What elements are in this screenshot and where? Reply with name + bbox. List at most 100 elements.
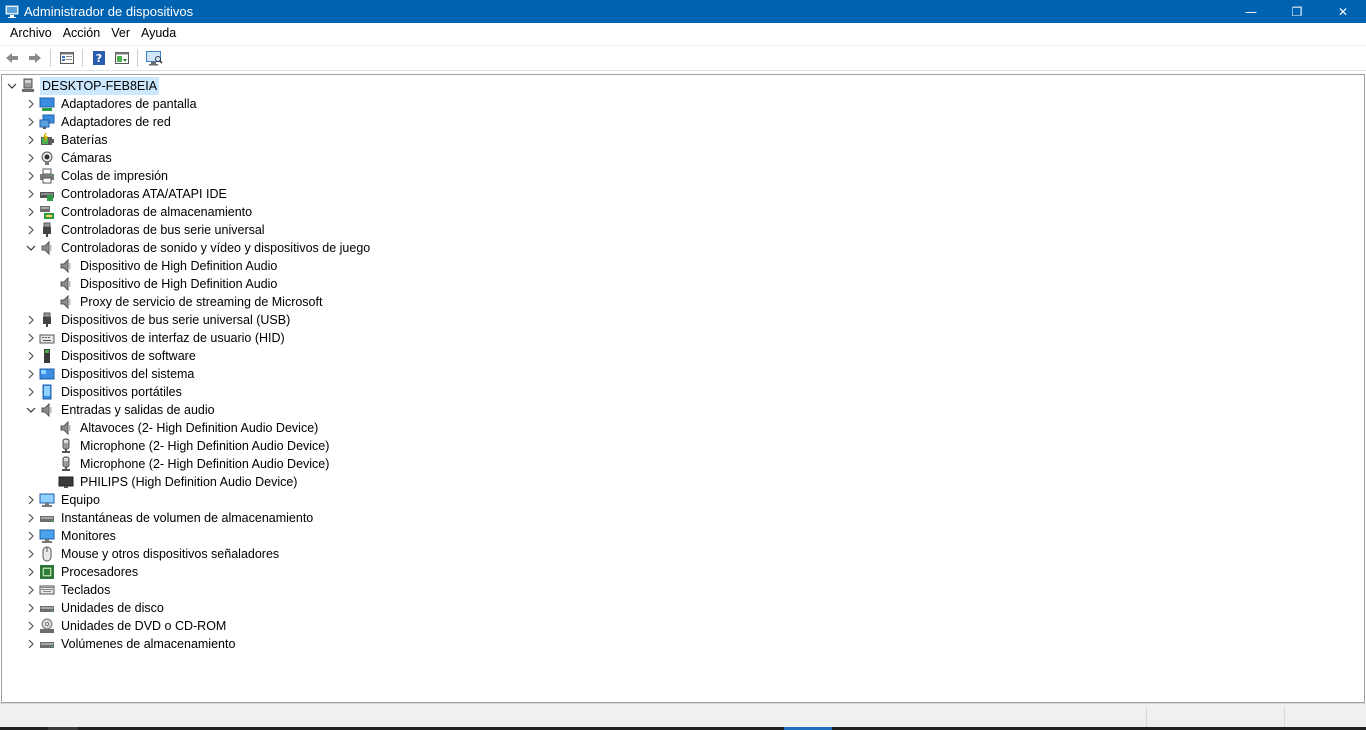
expand-chevron-icon[interactable] [24,383,38,401]
tree-device-dispositivo-de-high-definition-audio[interactable]: Dispositivo de High Definition Audio [43,275,279,293]
tree-category-controladoras-de-sonido-y-video-y-dispositivos-de-juego[interactable]: Controladoras de sonido y vídeo y dispos… [24,239,372,257]
expand-chevron-icon[interactable] [24,545,38,563]
tree-category-adaptadores-de-red[interactable]: Adaptadores de red [24,113,173,131]
tree-category-controladoras-de-almacenamiento[interactable]: Controladoras de almacenamiento [24,203,254,221]
tree-category-equipo[interactable]: Equipo [24,491,102,509]
expand-chevron-icon[interactable] [24,311,38,329]
expand-chevron-icon[interactable] [24,509,38,527]
monitor-icon [38,527,56,545]
tree-category-teclados[interactable]: Teclados [24,581,112,599]
device-tree[interactable]: DESKTOP-FEB8EIA Adaptadores de pantalla Ad… [1,74,1365,703]
menu-ayuda[interactable]: Ayuda [136,23,182,44]
expand-chevron-icon[interactable] [24,185,38,203]
tree-root-computer[interactable]: DESKTOP-FEB8EIA [5,77,160,95]
back-button[interactable] [1,47,23,69]
menu-accion[interactable]: Acción [58,23,107,44]
tree-category-unidades-de-dvd-o-cd-rom[interactable]: Unidades de DVD o CD-ROM [24,617,228,635]
forward-button[interactable] [24,47,46,69]
tree-category-dispositivos-de-software[interactable]: Dispositivos de software [24,347,198,365]
restore-icon: ❐ [1291,4,1303,19]
system-device-icon [38,365,56,383]
tree-category-procesadores[interactable]: Procesadores [24,563,140,581]
close-button[interactable]: ✕ [1320,0,1366,23]
tree-device-microphone-2-high-definition-audio-device[interactable]: Microphone (2- High Definition Audio Dev… [43,455,331,473]
tree-category-camaras[interactable]: Cámaras [24,149,114,167]
minimize-button[interactable]: — [1228,0,1274,23]
tree-item-label: Proxy de servicio de streaming de Micros… [80,295,323,309]
tree-item-label: Unidades de DVD o CD-ROM [61,619,227,633]
tree-device-microphone-2-high-definition-audio-device[interactable]: Microphone (2- High Definition Audio Dev… [43,437,331,455]
network-adapter-icon [38,113,56,131]
expand-chevron-icon[interactable] [24,113,38,131]
collapse-chevron-icon[interactable] [24,239,38,257]
properties-button[interactable] [56,47,78,69]
tree-category-mouse-y-otros-dispositivos-senaladores[interactable]: Mouse y otros dispositivos señaladores [24,545,281,563]
expand-chevron-icon[interactable] [24,581,38,599]
storage-controller-icon [38,203,56,221]
expand-chevron-icon[interactable] [24,599,38,617]
menu-ver[interactable]: Ver [106,23,136,44]
expand-chevron-icon[interactable] [24,491,38,509]
expand-chevron-icon[interactable] [24,167,38,185]
tree-category-colas-de-impresion[interactable]: Colas de impresión [24,167,170,185]
tree-device-proxy-de-servicio-de-streaming-de-microsoft[interactable]: Proxy de servicio de streaming de Micros… [43,293,324,311]
expand-chevron-icon[interactable] [24,365,38,383]
tree-device-altavoces-2-high-definition-audio-device[interactable]: Altavoces (2- High Definition Audio Devi… [43,419,320,437]
menu-archivo[interactable]: Archivo [5,23,58,44]
expand-chevron-icon[interactable] [24,617,38,635]
collapse-chevron-icon[interactable] [24,401,38,419]
battery-icon [38,131,56,149]
update-driver-icon [115,52,129,64]
usb-icon [38,311,56,329]
processor-icon [38,563,56,581]
tree-item-label: Entradas y salidas de audio [61,403,215,417]
tree-category-adaptadores-de-pantalla[interactable]: Adaptadores de pantalla [24,95,199,113]
window-title: Administrador de dispositivos [24,4,194,19]
status-bar [0,703,1366,730]
expand-chevron-icon[interactable] [24,635,38,653]
forward-arrow-icon [29,53,41,63]
tree-category-unidades-de-disco[interactable]: Unidades de disco [24,599,166,617]
tree-item-label: Controladoras de sonido y vídeo y dispos… [61,241,371,255]
tree-category-dispositivos-portatiles[interactable]: Dispositivos portátiles [24,383,184,401]
tree-category-entradas-y-salidas-de-audio[interactable]: Entradas y salidas de audio [24,401,217,419]
tree-category-dispositivos-del-sistema[interactable]: Dispositivos del sistema [24,365,196,383]
update-driver-button[interactable] [111,47,133,69]
monitor-dark-icon [57,473,75,491]
expand-chevron-icon[interactable] [24,347,38,365]
expand-chevron-icon[interactable] [24,221,38,239]
usb-icon [38,221,56,239]
tree-item-label: Controladoras de bus serie universal [61,223,265,237]
tree-item-label: Controladoras ATA/ATAPI IDE [61,187,227,201]
tree-category-controladoras-de-bus-serie-universal[interactable]: Controladoras de bus serie universal [24,221,267,239]
expand-chevron-icon[interactable] [24,527,38,545]
tree-category-dispositivos-de-bus-serie-universal-usb[interactable]: Dispositivos de bus serie universal (USB… [24,311,292,329]
scan-hardware-button[interactable] [143,47,165,69]
tree-item-label: Procesadores [61,565,139,579]
expand-chevron-icon[interactable] [24,203,38,221]
tree-category-baterias[interactable]: Baterías [24,131,110,149]
tree-category-volumenes-de-almacenamiento[interactable]: Volúmenes de almacenamiento [24,635,237,653]
expand-chevron-icon[interactable] [24,131,38,149]
device-manager-icon [4,4,20,20]
help-button[interactable]: ? [88,47,110,69]
tree-category-controladoras-ata-atapi-ide[interactable]: Controladoras ATA/ATAPI IDE [24,185,229,203]
expand-chevron-icon[interactable] [24,95,38,113]
speaker-icon [38,401,56,419]
tree-device-dispositivo-de-high-definition-audio[interactable]: Dispositivo de High Definition Audio [43,257,279,275]
tree-item-label: Dispositivo de High Definition Audio [80,277,278,291]
software-device-icon [38,347,56,365]
tree-device-philips-high-definition-audio-device[interactable]: PHILIPS (High Definition Audio Device) [43,473,299,491]
ide-controller-icon [38,185,56,203]
tree-category-monitores[interactable]: Monitores [24,527,118,545]
speaker-icon [57,293,75,311]
collapse-chevron-icon[interactable] [5,77,19,95]
tree-category-instantaneas-de-volumen-de-almacenamiento[interactable]: Instantáneas de volumen de almacenamient… [24,509,315,527]
expand-chevron-icon[interactable] [24,149,38,167]
restore-button[interactable]: ❐ [1274,0,1320,23]
expand-chevron-icon[interactable] [24,563,38,581]
tree-item-label: Dispositivos del sistema [61,367,195,381]
tree-category-dispositivos-de-interfaz-de-usuario-hid[interactable]: Dispositivos de interfaz de usuario (HID… [24,329,287,347]
expand-chevron-icon[interactable] [24,329,38,347]
